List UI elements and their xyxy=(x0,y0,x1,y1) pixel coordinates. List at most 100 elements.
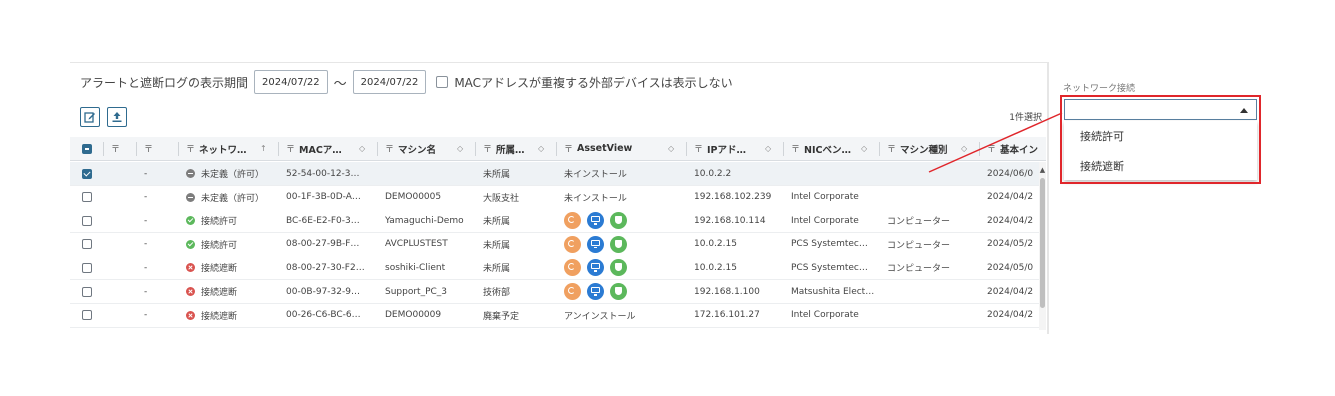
edit-button[interactable] xyxy=(80,107,100,127)
shield-icon[interactable] xyxy=(610,212,627,230)
filter-icon[interactable]: 〒 xyxy=(144,142,153,155)
sort-icon[interactable]: ◇ xyxy=(861,144,867,153)
header-col-a[interactable]: 〒 xyxy=(103,137,136,160)
filter-icon[interactable]: 〒 xyxy=(286,142,295,155)
table-row[interactable]: - 未定義（許可） 00-1F-3B-0D-A… DEMO00005 大阪支社 未インスト… xyxy=(70,185,1046,210)
cell-assetview: アンインストール xyxy=(564,311,636,322)
cell-machine-name: DEMO00005 xyxy=(385,192,442,203)
sync-icon[interactable] xyxy=(564,235,581,253)
sync-icon[interactable] xyxy=(564,259,581,277)
table-row[interactable]: - 接続遮断 00-26-C6-BC-6… DEMO00009 廃棄予定 アンインストール… xyxy=(70,303,1046,328)
filter-icon[interactable]: 〒 xyxy=(385,142,394,155)
log-period-filter: アラートと遮断ログの表示期間 2024/07/22 〜 2024/07/22 M… xyxy=(80,70,733,94)
column-resize-handle[interactable] xyxy=(178,142,179,156)
sort-icon[interactable]: ◇ xyxy=(668,144,674,153)
blocked-status-icon xyxy=(186,287,195,296)
filter-icon[interactable]: 〒 xyxy=(483,142,492,155)
date-to-input[interactable]: 2024/07/22 xyxy=(352,70,427,94)
cell-col-b: - xyxy=(144,215,148,226)
row-checkbox[interactable] xyxy=(81,215,92,226)
cell-col-a xyxy=(103,280,136,303)
sort-icon[interactable]: ◇ xyxy=(359,144,365,153)
cell-mac: 08-00-27-9B-F… xyxy=(286,239,360,250)
sort-ascending-icon[interactable]: ↑ xyxy=(260,144,267,153)
filter-icon[interactable]: 〒 xyxy=(987,142,996,155)
filter-icon[interactable]: 〒 xyxy=(887,142,896,155)
network-connection-filter-label: ネットワーク接続 xyxy=(1063,84,1136,94)
row-select-cell xyxy=(70,162,103,185)
cell-machine-name: Yamaguchi-Demo xyxy=(385,215,464,226)
sort-icon[interactable]: ◇ xyxy=(961,144,967,153)
cell-ip-address: 10.0.2.2 xyxy=(694,168,732,179)
filter-icon[interactable]: 〒 xyxy=(111,142,120,155)
option-allow[interactable]: 接続許可 xyxy=(1080,128,1124,144)
cell-mac: 52-54-00-12-3… xyxy=(286,168,360,179)
column-resize-handle[interactable] xyxy=(979,142,980,156)
table-row[interactable]: - 接続許可 08-00-27-9B-F… AVCPLUSTEST 未所属 10.0.2.… xyxy=(70,232,1046,257)
scrollbar-thumb[interactable] xyxy=(1040,178,1045,308)
sync-icon[interactable] xyxy=(564,212,581,230)
date-from-input[interactable]: 2024/07/22 xyxy=(254,70,328,94)
shield-icon[interactable] xyxy=(610,283,627,300)
select-all-checkbox[interactable] xyxy=(81,143,92,154)
table-row[interactable]: - 未定義（許可） 52-54-00-12-3… 未所属 未インストール 10.0.2.2… xyxy=(70,162,1046,186)
column-resize-handle[interactable] xyxy=(377,142,378,156)
column-resize-handle[interactable] xyxy=(475,142,476,156)
filter-icon[interactable]: 〒 xyxy=(694,142,703,155)
blocked-status-icon xyxy=(186,263,195,273)
cell-department: 未所属 xyxy=(483,217,511,228)
export-button[interactable] xyxy=(107,107,127,127)
filter-icon[interactable]: 〒 xyxy=(564,142,573,155)
column-resize-handle[interactable] xyxy=(556,142,557,156)
shield-icon[interactable] xyxy=(610,235,627,253)
cell-col-a xyxy=(103,304,136,327)
row-select-cell xyxy=(70,304,103,327)
shield-icon[interactable] xyxy=(610,259,627,277)
cell-network: 接続許可 xyxy=(178,233,278,256)
filter-icon[interactable]: 〒 xyxy=(186,142,195,155)
column-resize-handle[interactable] xyxy=(783,142,784,156)
monitor-icon[interactable] xyxy=(587,259,604,277)
scroll-up-icon[interactable]: ▲ xyxy=(1038,166,1047,174)
cell-department: 未所属 xyxy=(483,240,511,251)
sort-icon[interactable]: ◇ xyxy=(765,144,771,153)
filter-icon[interactable]: 〒 xyxy=(791,142,800,155)
sort-icon[interactable]: ◇ xyxy=(538,144,544,153)
row-checkbox[interactable] xyxy=(81,192,92,203)
column-resize-handle[interactable] xyxy=(686,142,687,156)
table-row[interactable]: - 接続許可 BC-6E-E2-F0-3… Yamaguchi-Demo 未所属 192.… xyxy=(70,209,1046,234)
header-select-all[interactable] xyxy=(70,137,103,160)
row-checkbox[interactable] xyxy=(81,310,92,321)
undefined-status-icon xyxy=(186,169,195,178)
cell-mac: 00-1F-3B-0D-A… xyxy=(286,192,361,203)
hide-duplicate-mac-checkbox[interactable] xyxy=(436,76,449,88)
column-resize-handle[interactable] xyxy=(278,142,279,156)
cell-assetview: 未インストール xyxy=(564,193,627,204)
header-basic-info[interactable]: 〒基本イン xyxy=(979,137,1046,160)
cell-col-a xyxy=(103,209,136,232)
monitor-icon[interactable] xyxy=(587,212,604,230)
option-block[interactable]: 接続遮断 xyxy=(1080,158,1124,174)
sync-icon[interactable] xyxy=(564,283,581,300)
blocked-status-icon xyxy=(186,310,195,320)
table-row[interactable]: - 接続遮断 08-00-27-30-F2… soshiki-Client 未所属 10.… xyxy=(70,256,1046,281)
network-connection-select[interactable] xyxy=(1064,99,1257,120)
cell-machine-type xyxy=(879,280,979,303)
column-resize-handle[interactable] xyxy=(879,142,880,156)
row-checkbox[interactable] xyxy=(81,168,92,179)
header-col-b[interactable]: 〒 xyxy=(136,137,178,160)
cell-basic-info: 2024/04/2 xyxy=(987,286,1034,297)
row-checkbox[interactable] xyxy=(81,239,92,250)
cell-col-a xyxy=(103,256,136,279)
cell-assetview: 未インストール xyxy=(564,170,627,180)
sort-icon[interactable]: ◇ xyxy=(457,144,463,153)
monitor-icon[interactable] xyxy=(587,283,604,300)
header-assetview[interactable]: 〒 AssetView xyxy=(556,137,686,160)
table-row[interactable]: - 接続遮断 00-0B-97-32-9… Support_PC_3 技術部 192.16… xyxy=(70,280,1046,304)
column-resize-handle[interactable] xyxy=(103,142,104,156)
monitor-icon[interactable] xyxy=(587,235,604,253)
row-checkbox[interactable] xyxy=(81,286,92,297)
column-resize-handle[interactable] xyxy=(136,142,137,156)
network-status-text: 未定義（許可） xyxy=(201,170,265,180)
row-checkbox[interactable] xyxy=(81,262,92,273)
